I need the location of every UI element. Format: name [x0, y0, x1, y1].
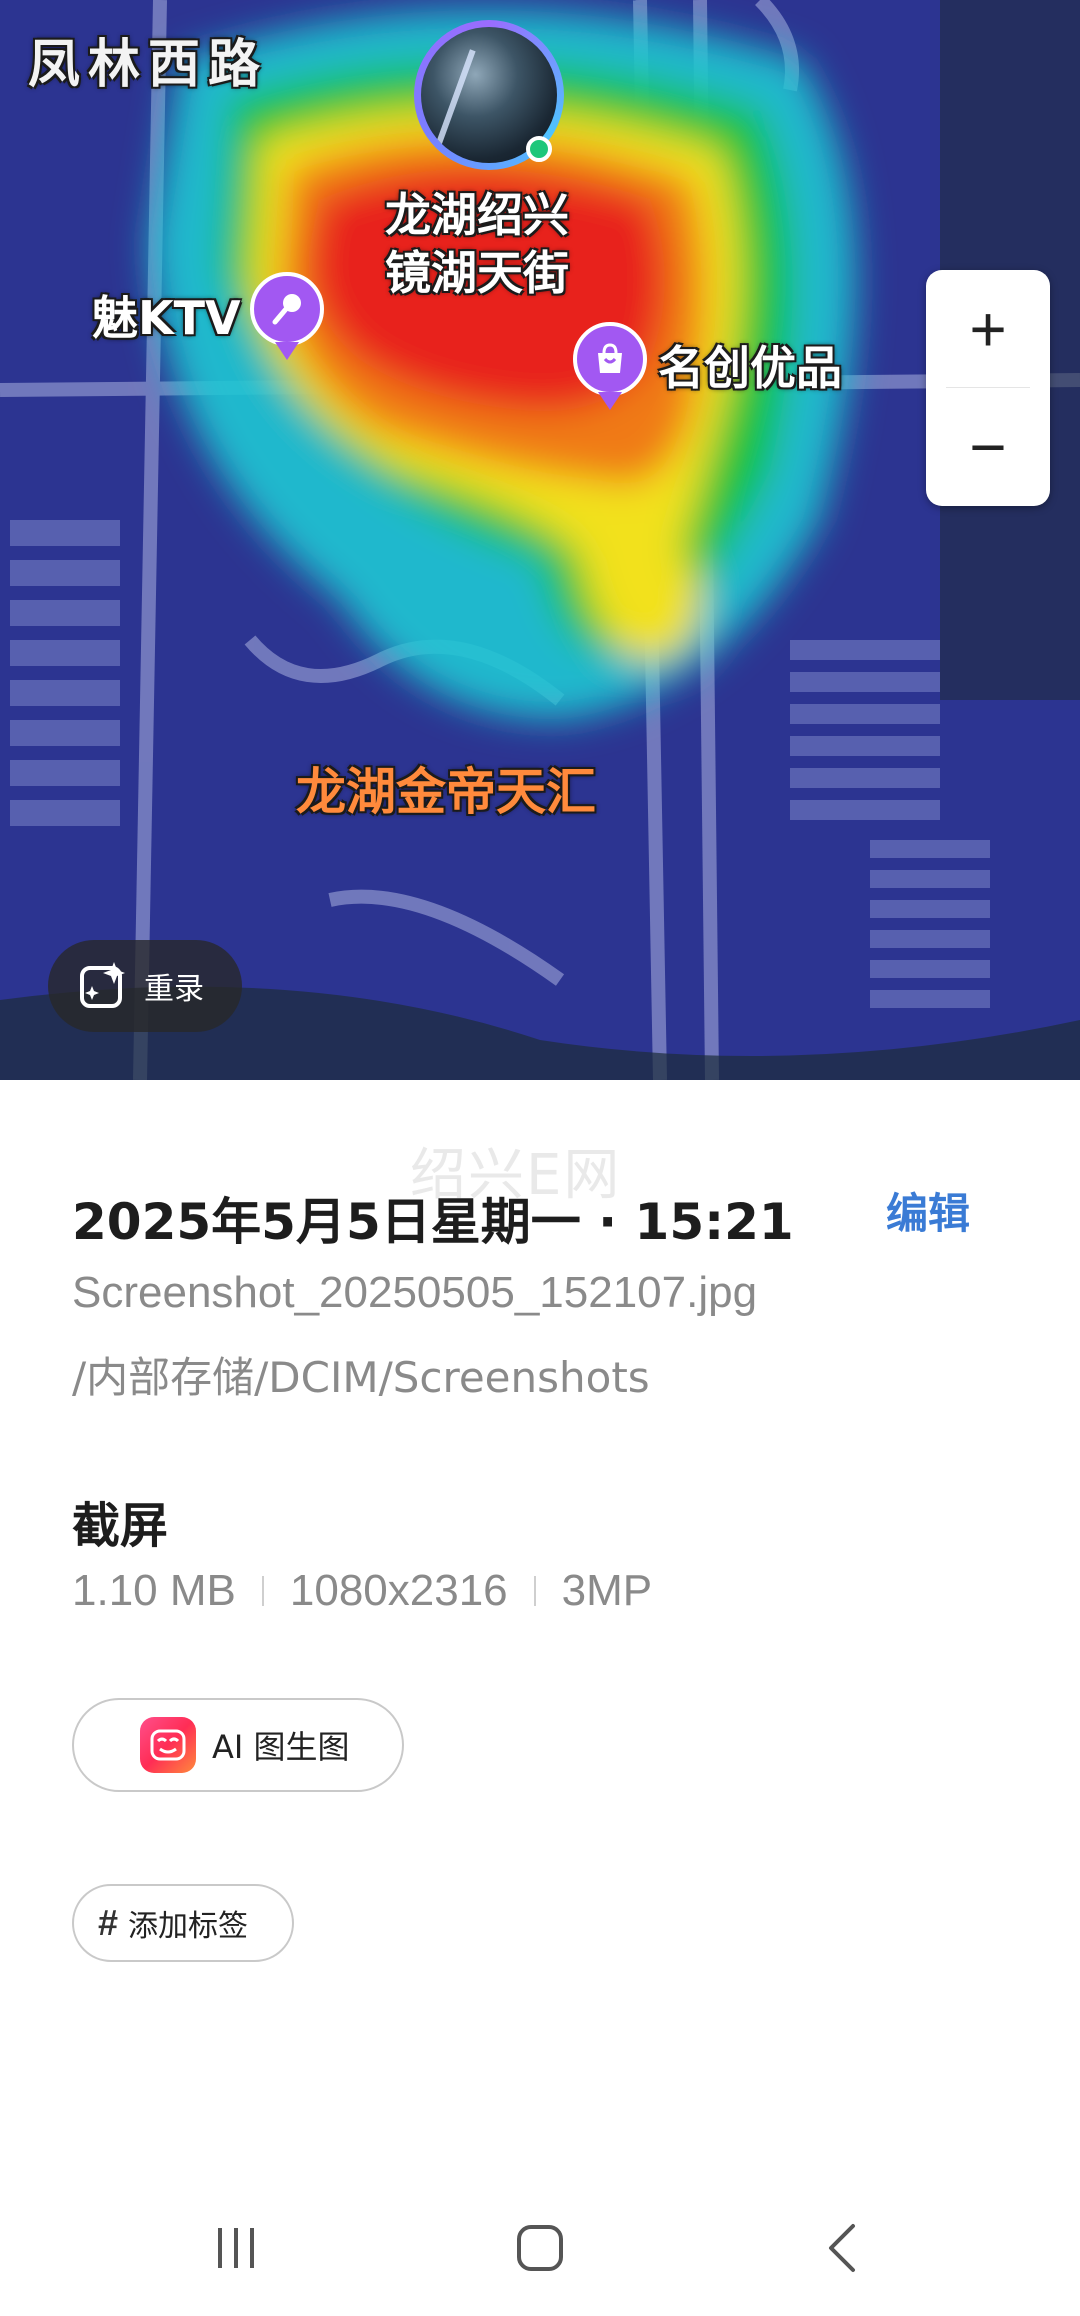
system-navigation-bar	[0, 2180, 1080, 2316]
road-label: 凤林西路	[28, 35, 269, 95]
section-title: 截屏	[72, 1498, 169, 1554]
hash-icon: #	[98, 1902, 119, 1943]
ai-app-icon	[140, 1717, 196, 1773]
zoom-out-button[interactable]: −	[926, 388, 1050, 506]
shopping-bag-icon	[598, 343, 622, 373]
capture-datetime: 2025年5月5日星期一 · 15:21	[72, 1193, 794, 1251]
home-button[interactable]	[508, 2216, 572, 2280]
file-size: 1.10 MB	[72, 1566, 236, 1615]
map-canvas	[0, 0, 1080, 1080]
rerecord-button[interactable]: 重录	[48, 940, 242, 1032]
back-button[interactable]	[818, 2216, 868, 2280]
rerecord-label: 重录	[144, 972, 204, 1007]
add-tag-label: 添加标签	[128, 1909, 249, 1944]
poi-shop-label[interactable]: 名创优品	[658, 332, 842, 398]
meta-divider	[533, 1576, 536, 1606]
recent-apps-icon	[218, 2228, 254, 2268]
poi-ktv-label[interactable]: 魅KTV	[92, 282, 241, 348]
home-icon	[517, 2225, 563, 2271]
back-icon	[829, 2224, 855, 2272]
file-megapixels: 3MP	[561, 1566, 653, 1615]
heatmap-map[interactable]: 凤林西路 龙湖绍兴 镜湖天街 魅KTV 名创优品 龙湖金帝天汇 + − 重录	[0, 0, 1080, 1080]
zoom-control: + −	[926, 270, 1050, 506]
poi-main-label[interactable]: 龙湖绍兴 镜湖天街	[385, 186, 569, 302]
file-meta: 1.10 MB 1080x2316 3MP	[72, 1566, 652, 1616]
add-tag-button[interactable]: # 添加标签	[72, 1884, 294, 1962]
microphone-icon	[272, 294, 301, 325]
file-name: Screenshot_20250505_152107.jpg	[72, 1268, 758, 1317]
file-path[interactable]: /内部存储/DCIM/Screenshots	[72, 1344, 650, 1405]
ai-image-button[interactable]: AI 图生图	[72, 1698, 404, 1792]
online-status-dot	[526, 136, 552, 162]
zoom-in-button[interactable]: +	[926, 270, 1050, 388]
poi-complex-label[interactable]: 龙湖金帝天汇	[296, 752, 596, 824]
edit-button[interactable]: 编辑	[886, 1180, 970, 1241]
face-smile-icon	[150, 1729, 186, 1761]
poi-main-line2: 镜湖天街	[385, 246, 569, 300]
recent-apps-button[interactable]	[206, 2216, 266, 2280]
shop-pin[interactable]	[573, 322, 647, 410]
poi-main-line1: 龙湖绍兴	[385, 188, 569, 242]
ktv-pin[interactable]	[250, 272, 324, 360]
sparkle-edit-icon	[80, 962, 125, 1008]
meta-divider	[261, 1576, 264, 1606]
ai-image-label: AI 图生图	[212, 1728, 350, 1766]
file-resolution: 1080x2316	[289, 1566, 508, 1615]
